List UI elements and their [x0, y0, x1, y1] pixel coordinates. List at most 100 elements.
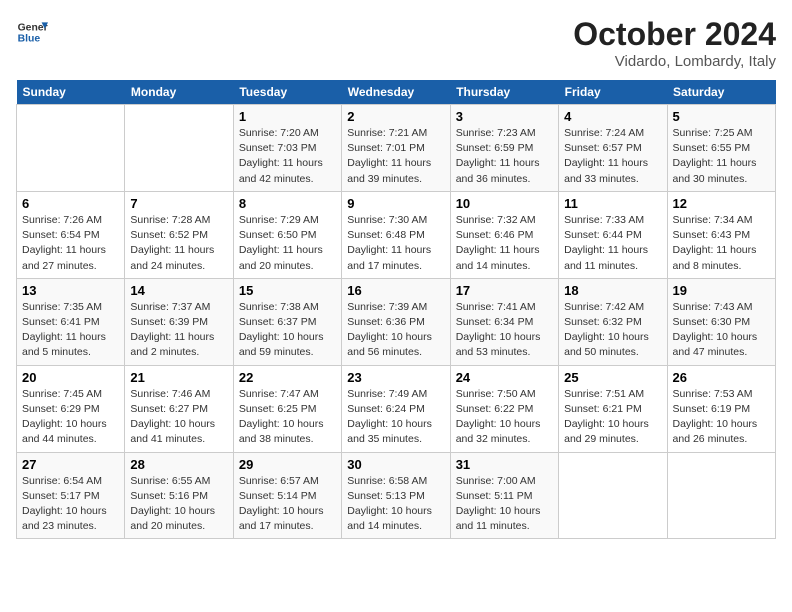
calendar-cell: 4Sunrise: 7:24 AMSunset: 6:57 PMDaylight… — [559, 105, 667, 192]
day-detail: Sunrise: 7:49 AMSunset: 6:24 PMDaylight:… — [347, 387, 444, 448]
calendar-cell — [17, 105, 125, 192]
day-number: 8 — [239, 196, 336, 211]
weekday-thursday: Thursday — [450, 80, 558, 105]
title-block: October 2024 Vidardo, Lombardy, Italy — [573, 16, 776, 70]
day-number: 29 — [239, 457, 336, 472]
calendar-cell: 26Sunrise: 7:53 AMSunset: 6:19 PMDayligh… — [667, 365, 775, 452]
day-number: 7 — [130, 196, 227, 211]
weekday-sunday: Sunday — [17, 80, 125, 105]
day-number: 31 — [456, 457, 553, 472]
calendar-cell — [559, 452, 667, 539]
day-number: 3 — [456, 109, 553, 124]
day-detail: Sunrise: 7:20 AMSunset: 7:03 PMDaylight:… — [239, 126, 336, 187]
day-number: 24 — [456, 370, 553, 385]
logo: General Blue — [16, 16, 48, 48]
day-detail: Sunrise: 7:41 AMSunset: 6:34 PMDaylight:… — [456, 300, 553, 361]
day-number: 25 — [564, 370, 661, 385]
calendar-week-1: 1 Sunrise: 7:20 AMSunset: 7:03 PMDaylight… — [17, 105, 776, 192]
day-detail: Sunrise: 7:42 AMSunset: 6:32 PMDaylight:… — [564, 300, 661, 361]
day-number: 27 — [22, 457, 119, 472]
day-detail: Sunrise: 6:57 AMSunset: 5:14 PMDaylight:… — [239, 474, 336, 535]
day-number: 30 — [347, 457, 444, 472]
day-detail: Sunrise: 7:35 AMSunset: 6:41 PMDaylight:… — [22, 300, 119, 361]
day-number: 15 — [239, 283, 336, 298]
calendar-title: October 2024 — [573, 16, 776, 53]
weekday-monday: Monday — [125, 80, 233, 105]
calendar-subtitle: Vidardo, Lombardy, Italy — [573, 53, 776, 70]
day-detail: Sunrise: 7:37 AMSunset: 6:39 PMDaylight:… — [130, 300, 227, 361]
calendar-week-4: 20Sunrise: 7:45 AMSunset: 6:29 PMDayligh… — [17, 365, 776, 452]
day-number: 19 — [673, 283, 770, 298]
day-detail: Sunrise: 6:54 AMSunset: 5:17 PMDaylight:… — [22, 474, 119, 535]
day-detail: Sunrise: 7:45 AMSunset: 6:29 PMDaylight:… — [22, 387, 119, 448]
calendar-cell: 12 Sunrise: 7:34 AMSunset: 6:43 PMDayligh… — [667, 191, 775, 278]
calendar-body: 1 Sunrise: 7:20 AMSunset: 7:03 PMDaylight… — [17, 105, 776, 539]
day-detail: Sunrise: 7:50 AMSunset: 6:22 PMDaylight:… — [456, 387, 553, 448]
day-detail: Sunrise: 7:28 AMSunset: 6:52 PMDaylight:… — [130, 213, 227, 274]
calendar-cell: 28Sunrise: 6:55 AMSunset: 5:16 PMDayligh… — [125, 452, 233, 539]
day-number: 13 — [22, 283, 119, 298]
day-detail: Sunrise: 7:21 AMSunset: 7:01 PMDaylight:… — [347, 126, 444, 187]
day-detail: Sunrise: 7:00 AMSunset: 5:11 PMDaylight:… — [456, 474, 553, 535]
calendar-cell: 15 Sunrise: 7:38 AMSunset: 6:37 PMDayligh… — [233, 278, 341, 365]
calendar-cell: 8 Sunrise: 7:29 AMSunset: 6:50 PMDaylight… — [233, 191, 341, 278]
calendar-cell: 27 Sunrise: 6:54 AMSunset: 5:17 PMDayligh… — [17, 452, 125, 539]
day-detail: Sunrise: 7:43 AMSunset: 6:30 PMDaylight:… — [673, 300, 770, 361]
calendar-cell: 23 Sunrise: 7:49 AMSunset: 6:24 PMDayligh… — [342, 365, 450, 452]
day-number: 21 — [130, 370, 227, 385]
day-detail: Sunrise: 7:46 AMSunset: 6:27 PMDaylight:… — [130, 387, 227, 448]
calendar-cell: 13 Sunrise: 7:35 AMSunset: 6:41 PMDayligh… — [17, 278, 125, 365]
calendar-cell: 17 Sunrise: 7:41 AMSunset: 6:34 PMDayligh… — [450, 278, 558, 365]
weekday-friday: Friday — [559, 80, 667, 105]
day-number: 1 — [239, 109, 336, 124]
day-number: 14 — [130, 283, 227, 298]
day-number: 28 — [130, 457, 227, 472]
day-detail: Sunrise: 7:39 AMSunset: 6:36 PMDaylight:… — [347, 300, 444, 361]
day-number: 11 — [564, 196, 661, 211]
day-number: 2 — [347, 109, 444, 124]
svg-text:Blue: Blue — [18, 34, 41, 45]
day-detail: Sunrise: 7:29 AMSunset: 6:50 PMDaylight:… — [239, 213, 336, 274]
day-number: 22 — [239, 370, 336, 385]
calendar-week-5: 27 Sunrise: 6:54 AMSunset: 5:17 PMDayligh… — [17, 452, 776, 539]
page-header: General Blue October 2024 Vidardo, Lomba… — [16, 16, 776, 70]
calendar-cell: 1 Sunrise: 7:20 AMSunset: 7:03 PMDaylight… — [233, 105, 341, 192]
calendar-cell: 7 Sunrise: 7:28 AMSunset: 6:52 PMDaylight… — [125, 191, 233, 278]
calendar-cell: 9Sunrise: 7:30 AMSunset: 6:48 PMDaylight… — [342, 191, 450, 278]
day-number: 12 — [673, 196, 770, 211]
calendar-cell: 2 Sunrise: 7:21 AMSunset: 7:01 PMDaylight… — [342, 105, 450, 192]
calendar-cell: 5Sunrise: 7:25 AMSunset: 6:55 PMDaylight… — [667, 105, 775, 192]
day-detail: Sunrise: 7:47 AMSunset: 6:25 PMDaylight:… — [239, 387, 336, 448]
calendar-cell: 3Sunrise: 7:23 AMSunset: 6:59 PMDaylight… — [450, 105, 558, 192]
calendar-cell: 14 Sunrise: 7:37 AMSunset: 6:39 PMDayligh… — [125, 278, 233, 365]
calendar-cell: 31 Sunrise: 7:00 AMSunset: 5:11 PMDayligh… — [450, 452, 558, 539]
day-number: 9 — [347, 196, 444, 211]
calendar-cell: 6Sunrise: 7:26 AMSunset: 6:54 PMDaylight… — [17, 191, 125, 278]
day-detail: Sunrise: 7:53 AMSunset: 6:19 PMDaylight:… — [673, 387, 770, 448]
day-detail: Sunrise: 7:51 AMSunset: 6:21 PMDaylight:… — [564, 387, 661, 448]
day-detail: Sunrise: 7:26 AMSunset: 6:54 PMDaylight:… — [22, 213, 119, 274]
calendar-cell — [125, 105, 233, 192]
weekday-tuesday: Tuesday — [233, 80, 341, 105]
day-detail: Sunrise: 7:32 AMSunset: 6:46 PMDaylight:… — [456, 213, 553, 274]
calendar-cell: 22 Sunrise: 7:47 AMSunset: 6:25 PMDayligh… — [233, 365, 341, 452]
calendar-cell: 20Sunrise: 7:45 AMSunset: 6:29 PMDayligh… — [17, 365, 125, 452]
weekday-wednesday: Wednesday — [342, 80, 450, 105]
calendar-week-2: 6Sunrise: 7:26 AMSunset: 6:54 PMDaylight… — [17, 191, 776, 278]
day-number: 23 — [347, 370, 444, 385]
calendar-cell: 21 Sunrise: 7:46 AMSunset: 6:27 PMDayligh… — [125, 365, 233, 452]
calendar-cell: 16 Sunrise: 7:39 AMSunset: 6:36 PMDayligh… — [342, 278, 450, 365]
day-number: 16 — [347, 283, 444, 298]
calendar-cell: 19 Sunrise: 7:43 AMSunset: 6:30 PMDayligh… — [667, 278, 775, 365]
day-detail: Sunrise: 7:34 AMSunset: 6:43 PMDaylight:… — [673, 213, 770, 274]
calendar-cell: 18Sunrise: 7:42 AMSunset: 6:32 PMDayligh… — [559, 278, 667, 365]
weekday-header-row: SundayMondayTuesdayWednesdayThursdayFrid… — [17, 80, 776, 105]
calendar-cell: 10 Sunrise: 7:32 AMSunset: 6:46 PMDayligh… — [450, 191, 558, 278]
day-number: 10 — [456, 196, 553, 211]
weekday-saturday: Saturday — [667, 80, 775, 105]
day-detail: Sunrise: 7:25 AMSunset: 6:55 PMDaylight:… — [673, 126, 770, 187]
day-detail: Sunrise: 6:58 AMSunset: 5:13 PMDaylight:… — [347, 474, 444, 535]
day-number: 17 — [456, 283, 553, 298]
day-detail: Sunrise: 7:24 AMSunset: 6:57 PMDaylight:… — [564, 126, 661, 187]
day-detail: Sunrise: 7:38 AMSunset: 6:37 PMDaylight:… — [239, 300, 336, 361]
